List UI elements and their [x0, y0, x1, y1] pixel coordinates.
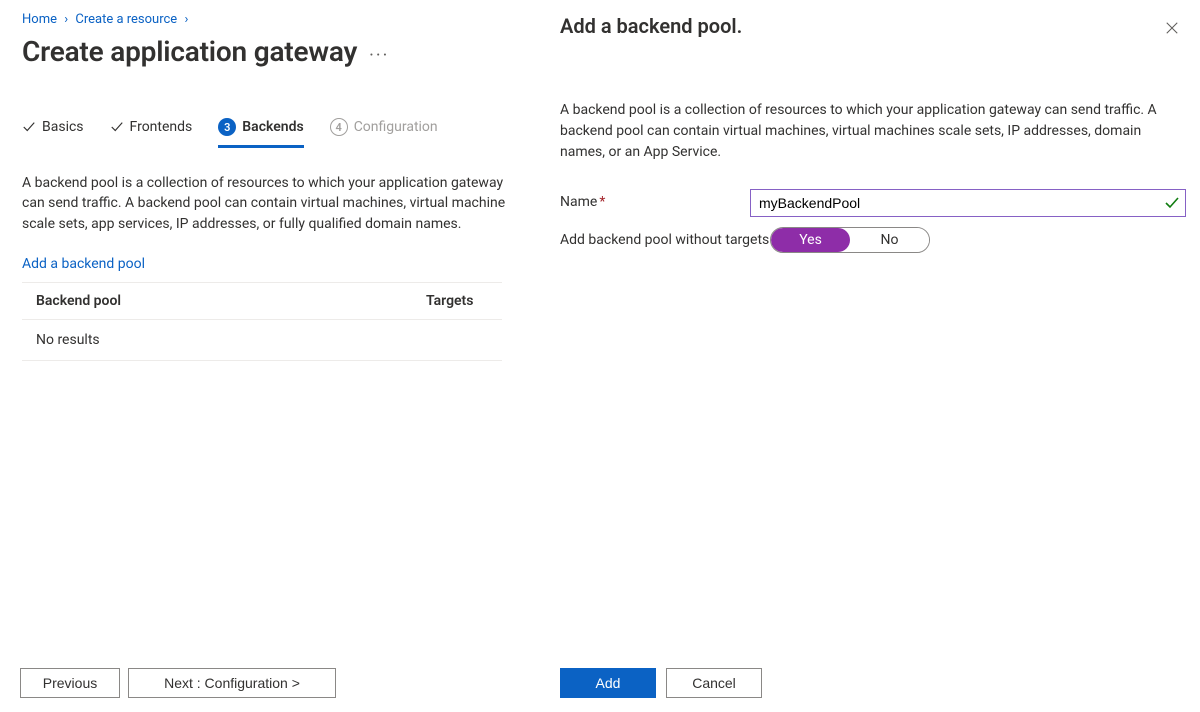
page-title: Create application gateway [22, 35, 357, 68]
tab-backends[interactable]: 3 Backends [218, 118, 303, 148]
more-actions-icon[interactable]: ··· [369, 39, 389, 65]
breadcrumb: Home › Create a resource › [22, 12, 525, 27]
wizard-footer-left: Previous Next : Configuration > [20, 668, 336, 698]
add-button[interactable]: Add [560, 668, 656, 698]
panel-description: A backend pool is a collection of resour… [560, 100, 1186, 163]
chevron-right-icon: › [64, 12, 68, 27]
valid-check-icon [1164, 195, 1180, 211]
check-icon [22, 120, 36, 134]
chevron-right-icon: › [184, 12, 188, 27]
step-number-icon: 3 [218, 118, 236, 136]
name-input[interactable] [750, 189, 1186, 217]
main-pane: Home › Create a resource › Create applic… [0, 0, 525, 712]
tab-basics[interactable]: Basics [22, 118, 84, 148]
table-row-empty: No results [22, 319, 502, 360]
tab-label: Frontends [130, 119, 193, 135]
backends-description: A backend pool is a collection of resour… [22, 173, 525, 234]
close-icon[interactable] [1158, 14, 1186, 42]
tab-label: Backends [242, 119, 303, 135]
wizard-tabs: Basics Frontends 3 Backends 4 Configurat… [22, 118, 525, 149]
add-backend-pool-link[interactable]: Add a backend pool [22, 256, 145, 272]
add-backend-pool-panel: Add a backend pool. A backend pool is a … [540, 0, 1200, 712]
cancel-button[interactable]: Cancel [666, 668, 762, 698]
col-targets[interactable]: Targets [412, 282, 502, 319]
tab-label: Configuration [354, 119, 438, 135]
breadcrumb-home[interactable]: Home [22, 12, 57, 27]
tab-configuration: 4 Configuration [330, 118, 438, 148]
next-configuration-button[interactable]: Next : Configuration > [128, 668, 336, 698]
without-targets-label: Add backend pool without targets [560, 227, 770, 250]
tab-frontends[interactable]: Frontends [110, 118, 193, 148]
tab-label: Basics [42, 119, 84, 135]
backend-pool-table: Backend pool Targets No results [22, 282, 502, 361]
required-asterisk: * [599, 194, 605, 210]
step-number-icon: 4 [330, 118, 348, 136]
name-label: Name* [560, 189, 750, 212]
without-targets-toggle[interactable]: Yes No [770, 227, 930, 253]
toggle-yes[interactable]: Yes [771, 228, 850, 252]
breadcrumb-create-resource[interactable]: Create a resource [75, 12, 177, 27]
check-icon [110, 120, 124, 134]
empty-state-text: No results [22, 319, 502, 360]
col-backend-pool[interactable]: Backend pool [22, 282, 412, 319]
previous-button[interactable]: Previous [20, 668, 120, 698]
toggle-no[interactable]: No [850, 228, 929, 252]
panel-footer: Add Cancel [540, 668, 762, 698]
panel-title: Add a backend pool. [560, 14, 742, 38]
